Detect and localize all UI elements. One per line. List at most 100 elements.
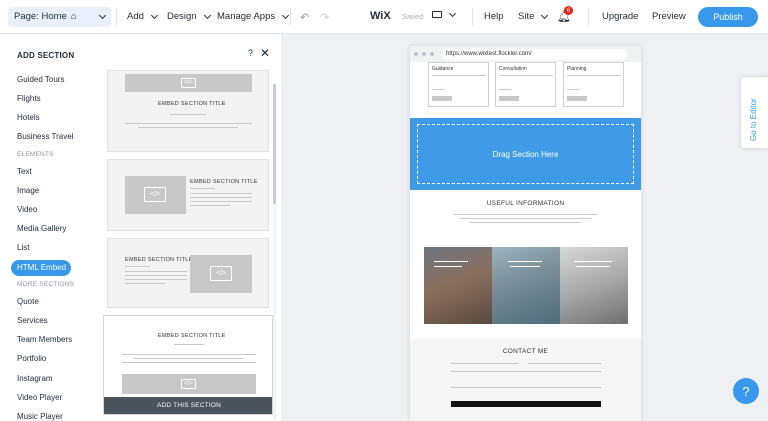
- design-menu[interactable]: Design: [167, 11, 211, 22]
- text-line: [432, 75, 486, 76]
- text-line: [508, 261, 542, 262]
- text-line: [125, 271, 187, 272]
- section-thumbnail[interactable]: </> EMBED SECTION TITLE: [107, 70, 269, 152]
- category-instagram[interactable]: Instagram: [17, 374, 53, 383]
- thumb-title: EMBED SECTION TITLE: [190, 179, 258, 185]
- card-button: [567, 96, 587, 101]
- more-sections-heading: MORE SECTIONS: [17, 281, 75, 288]
- text-line: [470, 222, 581, 223]
- preview-button[interactable]: Preview: [652, 11, 686, 22]
- panel-title: ADD SECTION: [17, 51, 75, 60]
- text-line: [190, 188, 215, 189]
- elements-heading: ELEMENTS: [17, 151, 54, 158]
- form-field: [451, 363, 519, 364]
- scrollbar-thumb[interactable]: [273, 84, 276, 204]
- add-this-section-button[interactable]: ADD THIS SECTION: [104, 397, 272, 414]
- category-media-gallery[interactable]: Media Gallery: [17, 224, 66, 233]
- text-line: [134, 358, 244, 359]
- category-team-members[interactable]: Team Members: [17, 335, 72, 344]
- divider: [588, 8, 589, 26]
- category-list[interactable]: List: [17, 243, 29, 252]
- add-menu[interactable]: Add: [127, 11, 158, 22]
- category-portfolio[interactable]: Portfolio: [17, 354, 46, 363]
- desktop-icon: [432, 11, 442, 18]
- text-line: [190, 201, 252, 202]
- help-button[interactable]: ?: [733, 378, 759, 404]
- card-title: Planning: [567, 66, 587, 72]
- divider: [472, 8, 473, 26]
- category-flights[interactable]: Flights: [17, 94, 41, 103]
- text-line: [499, 75, 553, 76]
- thumb-title: EMBED SECTION TITLE: [125, 257, 193, 263]
- text-line: [125, 283, 165, 284]
- text-line: [460, 218, 591, 219]
- text-line: [170, 114, 206, 115]
- chevron-down-icon: [448, 9, 457, 17]
- go-to-editor-label: Go to Editor: [749, 98, 758, 141]
- category-guided-tours[interactable]: Guided Tours: [17, 75, 64, 84]
- text-line: [138, 127, 238, 128]
- help-icon[interactable]: ?: [248, 48, 253, 58]
- upgrade-button[interactable]: Upgrade: [602, 11, 638, 22]
- undo-button[interactable]: ↶: [300, 11, 309, 24]
- category-video[interactable]: Video: [17, 205, 37, 214]
- manage-apps-menu[interactable]: Manage Apps: [217, 11, 290, 22]
- divider: [116, 8, 117, 26]
- card-title: Guidance: [432, 66, 454, 72]
- category-music-player[interactable]: Music Player: [17, 412, 63, 421]
- text-line: [125, 266, 150, 267]
- category-image[interactable]: Image: [17, 186, 39, 195]
- card-title: Consultation: [499, 66, 527, 72]
- category-hotels[interactable]: Hotels: [17, 113, 40, 122]
- design-menu-label: Design: [167, 11, 197, 22]
- section-thumbnail[interactable]: </> EMBED SECTION TITLE: [107, 159, 269, 231]
- category-services[interactable]: Services: [17, 316, 48, 325]
- redo-button[interactable]: ↷: [320, 11, 329, 24]
- chevron-down-icon: [98, 11, 107, 19]
- photo-tile: [492, 247, 560, 324]
- text-line: [574, 261, 612, 262]
- site-menu[interactable]: Site: [518, 11, 549, 22]
- drop-zone[interactable]: Drag Section Here: [410, 118, 641, 190]
- go-to-editor-tab[interactable]: Go to Editor: [741, 77, 768, 148]
- publish-button[interactable]: Publish: [698, 7, 758, 27]
- text-line: [122, 362, 256, 363]
- add-section-panel: ADD SECTION ? ✕ Guided Tours Flights Hot…: [0, 34, 283, 421]
- text-line: [434, 266, 462, 267]
- page-selector[interactable]: Page: Home ⌂: [8, 6, 111, 27]
- saved-status: Saved: [402, 12, 424, 21]
- divider: [290, 8, 291, 26]
- useful-information-heading: USEFUL INFORMATION: [486, 200, 565, 207]
- chevron-down-icon: [541, 11, 549, 19]
- browser-url-bar: https://www.wixtest.flockler.com/: [410, 46, 641, 62]
- form-field: [451, 387, 601, 388]
- text-line: [434, 261, 468, 262]
- submit-button: [451, 401, 601, 407]
- category-quote[interactable]: Quote: [17, 297, 39, 306]
- card-button: [499, 96, 519, 101]
- text-line: [499, 89, 511, 90]
- category-text[interactable]: Text: [17, 167, 32, 176]
- manage-apps-label: Manage Apps: [217, 11, 276, 22]
- text-line: [454, 214, 597, 215]
- text-line: [190, 193, 252, 194]
- window-dot: [422, 52, 426, 56]
- help-menu[interactable]: Help: [484, 11, 504, 22]
- service-card: Guidance: [428, 62, 489, 107]
- text-line: [122, 354, 256, 355]
- category-video-player[interactable]: Video Player: [17, 393, 62, 402]
- section-thumbnail-selected[interactable]: EMBED SECTION TITLE </> ADD THIS SECTION: [103, 315, 273, 415]
- chevron-down-icon: [282, 11, 290, 19]
- category-business-travel[interactable]: Business Travel: [17, 132, 73, 141]
- section-thumbnail[interactable]: EMBED SECTION TITLE </>: [107, 238, 269, 308]
- category-html-embed[interactable]: HTML Embed: [11, 260, 71, 276]
- text-line: [432, 89, 444, 90]
- form-field: [528, 363, 601, 364]
- site-url: https://www.wixtest.flockler.com/: [442, 48, 627, 60]
- page-selector-label: Page: Home: [14, 11, 67, 22]
- close-icon[interactable]: ✕: [260, 46, 270, 60]
- site-preview: https://www.wixtest.flockler.com/ Guidan…: [410, 46, 641, 421]
- device-toggle[interactable]: [432, 9, 457, 18]
- drag-section-here: Drag Section Here: [417, 124, 634, 184]
- text-line: [125, 279, 187, 280]
